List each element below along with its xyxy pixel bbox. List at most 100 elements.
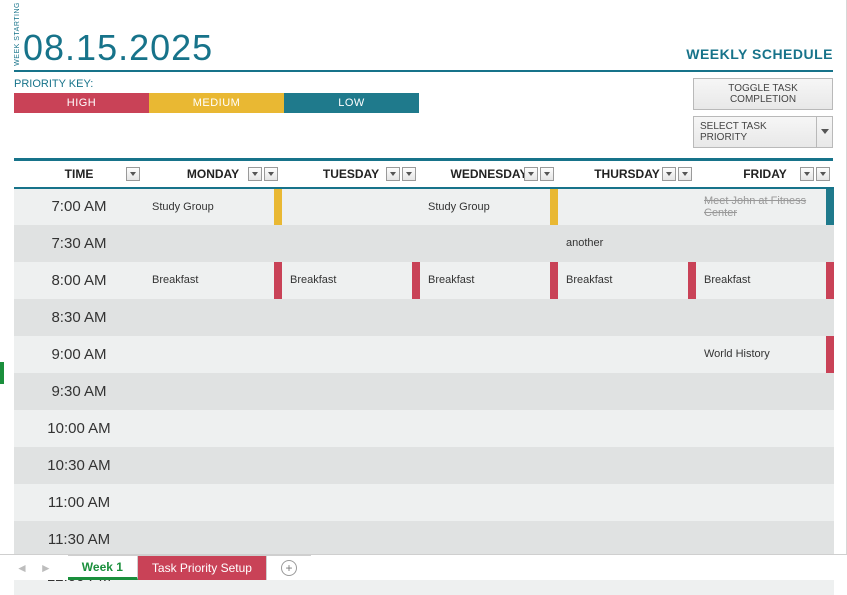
- schedule-cell[interactable]: another: [558, 225, 696, 262]
- filter-button[interactable]: [524, 167, 538, 181]
- schedule-cell[interactable]: [144, 410, 282, 447]
- row-selection-marker: [0, 362, 4, 384]
- schedule-cell[interactable]: [144, 373, 282, 410]
- select-priority-dropdown[interactable]: SELECT TASK PRIORITY: [693, 116, 833, 148]
- schedule-cell[interactable]: [558, 336, 696, 373]
- schedule-cell[interactable]: [144, 521, 282, 558]
- filter-button[interactable]: [264, 167, 278, 181]
- filter-button[interactable]: [816, 167, 830, 181]
- time-cell[interactable]: 10:30 AM: [14, 447, 144, 484]
- event-label: Breakfast: [150, 262, 272, 299]
- time-cell[interactable]: 11:00 AM: [14, 484, 144, 521]
- schedule-cell[interactable]: Breakfast: [558, 262, 696, 299]
- table-row: 11:30 AM: [14, 521, 834, 558]
- schedule-cell[interactable]: [696, 410, 834, 447]
- schedule-cell[interactable]: [558, 521, 696, 558]
- schedule-cell[interactable]: [558, 484, 696, 521]
- schedule-cell[interactable]: [282, 336, 420, 373]
- filter-button[interactable]: [386, 167, 400, 181]
- time-cell[interactable]: 7:00 AM: [14, 188, 144, 225]
- schedule-cell[interactable]: [558, 188, 696, 225]
- table-row: 7:00 AMStudy GroupStudy GroupMeet John a…: [14, 188, 834, 225]
- col-header-wed: WEDNESDAY: [420, 161, 558, 188]
- filter-button[interactable]: [662, 167, 676, 181]
- time-cell[interactable]: 7:30 AM: [14, 225, 144, 262]
- schedule-cell[interactable]: [144, 299, 282, 336]
- schedule-cell[interactable]: World History: [696, 336, 834, 373]
- schedule-cell[interactable]: [144, 225, 282, 262]
- schedule-cell[interactable]: [558, 299, 696, 336]
- schedule-cell[interactable]: Breakfast: [420, 262, 558, 299]
- schedule-cell[interactable]: Study Group: [420, 188, 558, 225]
- schedule-cell[interactable]: [420, 484, 558, 521]
- schedule-cell[interactable]: [282, 447, 420, 484]
- priority-bar: [826, 336, 834, 373]
- schedule-cell[interactable]: [282, 299, 420, 336]
- schedule-cell[interactable]: Breakfast: [144, 262, 282, 299]
- schedule-cell[interactable]: [420, 336, 558, 373]
- schedule-cell[interactable]: [282, 521, 420, 558]
- schedule-cell[interactable]: [282, 225, 420, 262]
- sheet-tab-priority-setup[interactable]: Task Priority Setup: [138, 555, 267, 580]
- time-cell[interactable]: 11:30 AM: [14, 521, 144, 558]
- col-header-mon-label: MONDAY: [187, 167, 239, 181]
- schedule-cell[interactable]: [696, 225, 834, 262]
- schedule-cell[interactable]: [420, 225, 558, 262]
- filter-button[interactable]: [126, 167, 140, 181]
- time-cell[interactable]: 8:00 AM: [14, 262, 144, 299]
- sheet-nav-next-icon[interactable]: ►: [40, 561, 52, 575]
- table-row: 11:00 AM: [14, 484, 834, 521]
- schedule-cell[interactable]: [282, 484, 420, 521]
- schedule-cell[interactable]: [144, 336, 282, 373]
- chevron-down-icon: [544, 172, 550, 176]
- schedule-cell[interactable]: [420, 373, 558, 410]
- schedule-cell[interactable]: [696, 299, 834, 336]
- schedule-cell[interactable]: [144, 447, 282, 484]
- chevron-down-icon: [130, 172, 136, 176]
- sheet-tab-week1[interactable]: Week 1: [68, 555, 138, 580]
- schedule-cell[interactable]: [558, 373, 696, 410]
- chevron-down-icon: [666, 172, 672, 176]
- schedule-cell[interactable]: [558, 410, 696, 447]
- schedule-cell[interactable]: [420, 521, 558, 558]
- priority-bar: [274, 189, 282, 225]
- time-cell[interactable]: 9:30 AM: [14, 373, 144, 410]
- schedule-cell[interactable]: [420, 447, 558, 484]
- schedule-table: TIME MONDAY TUESDAY: [14, 161, 834, 595]
- schedule-cell[interactable]: [696, 521, 834, 558]
- schedule-cell[interactable]: [282, 373, 420, 410]
- schedule-cell[interactable]: [696, 484, 834, 521]
- toggle-completion-button[interactable]: TOGGLE TASK COMPLETION: [693, 78, 833, 110]
- col-header-fri-label: FRIDAY: [743, 167, 787, 181]
- schedule-cell[interactable]: [282, 188, 420, 225]
- schedule-cell[interactable]: [282, 410, 420, 447]
- filter-button[interactable]: [402, 167, 416, 181]
- schedule-cell[interactable]: [696, 373, 834, 410]
- chevron-down-icon: [816, 117, 832, 147]
- filter-button[interactable]: [248, 167, 262, 181]
- filter-button[interactable]: [678, 167, 692, 181]
- filter-button[interactable]: [540, 167, 554, 181]
- time-cell[interactable]: 9:00 AM: [14, 336, 144, 373]
- event-label: Breakfast: [564, 262, 686, 299]
- new-sheet-button[interactable]: +: [267, 555, 311, 580]
- schedule-cell[interactable]: [144, 484, 282, 521]
- table-row: 8:30 AM: [14, 299, 834, 336]
- filter-button[interactable]: [800, 167, 814, 181]
- time-cell[interactable]: 10:00 AM: [14, 410, 144, 447]
- priority-bar: [550, 189, 558, 225]
- schedule-cell[interactable]: [696, 447, 834, 484]
- schedule-cell[interactable]: Meet John at Fitness Center: [696, 188, 834, 225]
- priority-chip-low: LOW: [284, 93, 419, 113]
- schedule-cell[interactable]: [420, 299, 558, 336]
- schedule-cell[interactable]: Study Group: [144, 188, 282, 225]
- schedule-cell[interactable]: [558, 447, 696, 484]
- event-label: Meet John at Fitness Center: [702, 189, 824, 225]
- schedule-cell[interactable]: Breakfast: [282, 262, 420, 299]
- schedule-cell[interactable]: [420, 410, 558, 447]
- event-label: Breakfast: [426, 262, 548, 299]
- sheet-nav-prev-icon[interactable]: ◄: [16, 561, 28, 575]
- chevron-down-icon: [804, 172, 810, 176]
- schedule-cell[interactable]: Breakfast: [696, 262, 834, 299]
- time-cell[interactable]: 8:30 AM: [14, 299, 144, 336]
